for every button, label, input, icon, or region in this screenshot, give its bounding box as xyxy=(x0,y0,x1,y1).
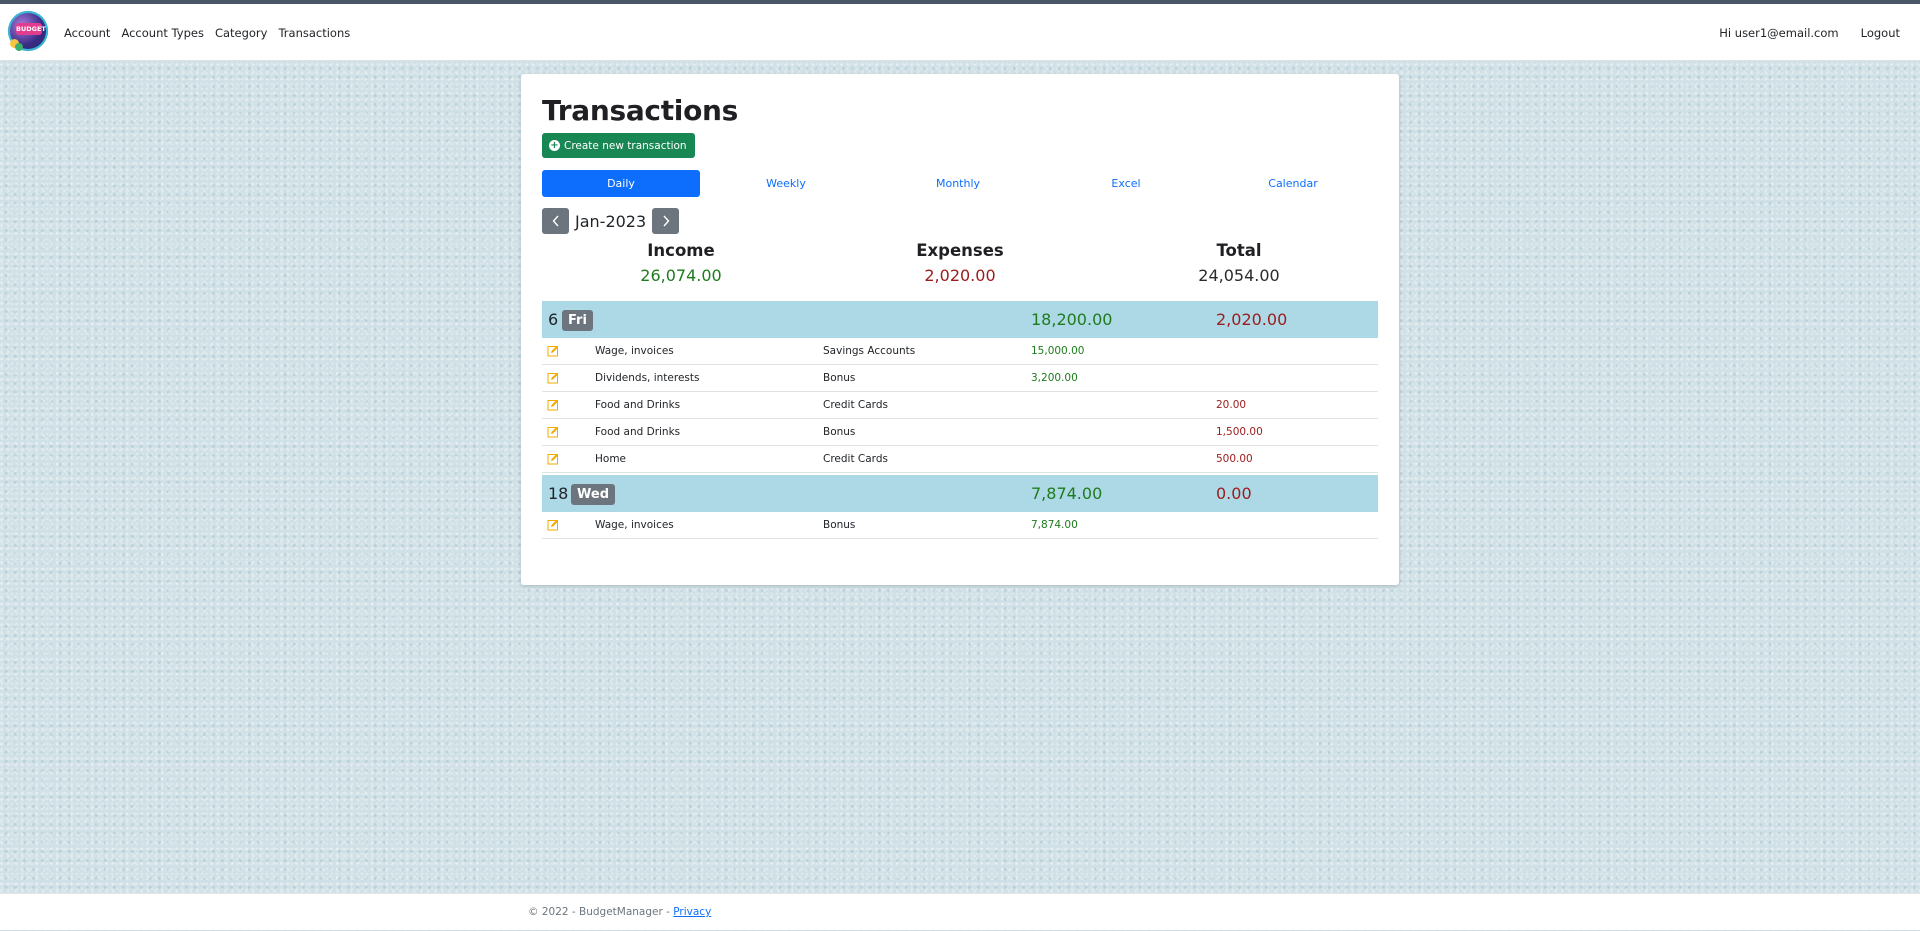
nav-link-account-types[interactable]: Account Types xyxy=(121,26,204,40)
transaction-row[interactable]: Home Credit Cards 500.00 xyxy=(542,446,1378,473)
edit-icon[interactable] xyxy=(547,426,559,438)
page-title: Transactions xyxy=(542,94,739,127)
edit-icon[interactable] xyxy=(547,372,559,384)
summary-totals: Income 26,074.00 Expenses 2,020.00 Total… xyxy=(542,241,1378,291)
income-label: Income xyxy=(647,241,715,260)
transaction-category: Food and Drinks xyxy=(595,399,681,411)
day-expenses: 2,020.00 xyxy=(1216,310,1288,329)
transaction-row[interactable]: Wage, invoices Bonus 7,874.00 xyxy=(542,512,1378,539)
tab-calendar[interactable]: Calendar xyxy=(1214,170,1372,197)
transactions-card: Transactions + Create new transaction Da… xyxy=(521,74,1399,585)
day-header-row: 18 Wed 7,874.00 0.00 xyxy=(542,475,1378,512)
day-income: 7,874.00 xyxy=(1031,484,1103,503)
create-transaction-label: Create new transaction xyxy=(564,139,687,152)
transaction-income: 7,874.00 xyxy=(1031,519,1078,531)
transaction-row[interactable]: Food and Drinks Credit Cards 20.00 xyxy=(542,392,1378,419)
transaction-category: Dividends, interests xyxy=(595,372,700,384)
edit-icon[interactable] xyxy=(547,345,559,357)
transaction-account: Credit Cards xyxy=(823,399,888,411)
next-month-button[interactable] xyxy=(652,208,680,234)
transaction-category: Food and Drinks xyxy=(595,426,681,438)
transaction-expense: 20.00 xyxy=(1216,399,1247,411)
copyright-text: © 2022 - BudgetManager - xyxy=(528,906,674,918)
chevron-left-icon xyxy=(552,215,559,227)
nav-link-account[interactable]: Account xyxy=(64,26,110,40)
transaction-row[interactable]: Wage, invoices Savings Accounts 15,000.0… xyxy=(542,338,1378,365)
create-transaction-button[interactable]: + Create new transaction xyxy=(542,133,695,158)
logout-link[interactable]: Logout xyxy=(1861,26,1900,40)
budget-logo[interactable]: BUDGET xyxy=(8,11,48,51)
plus-circle-icon: + xyxy=(549,140,560,151)
nav-links: Account Account Types Category Transacti… xyxy=(64,4,361,61)
month-navigator: Jan-2023 xyxy=(542,208,680,234)
net-total: 24,054.00 xyxy=(1198,266,1280,285)
transaction-account: Credit Cards xyxy=(823,453,888,465)
transaction-row[interactable]: Dividends, interests Bonus 3,200.00 xyxy=(542,365,1378,392)
view-tabs: Daily Weekly Monthly Excel Calendar xyxy=(542,170,1378,197)
tab-monthly[interactable]: Monthly xyxy=(879,170,1037,197)
tab-excel[interactable]: Excel xyxy=(1047,170,1205,197)
logo-text: BUDGET xyxy=(16,23,46,35)
transaction-row[interactable]: Food and Drinks Bonus 1,500.00 xyxy=(542,419,1378,446)
chevron-right-icon xyxy=(663,215,670,227)
edit-icon[interactable] xyxy=(547,399,559,411)
user-greeting: Hi user1@email.com xyxy=(1719,25,1839,40)
transaction-account: Savings Accounts xyxy=(823,345,916,357)
transaction-income: 15,000.00 xyxy=(1031,345,1085,357)
income-summary: Income 26,074.00 xyxy=(566,241,796,285)
transaction-expense: 1,500.00 xyxy=(1216,426,1263,438)
edit-icon[interactable] xyxy=(547,519,559,531)
expenses-label: Expenses xyxy=(916,241,1004,260)
tab-daily[interactable]: Daily xyxy=(542,170,700,197)
expenses-total: 2,020.00 xyxy=(924,266,996,285)
transaction-category: Wage, invoices xyxy=(595,519,674,531)
nav-link-transactions[interactable]: Transactions xyxy=(278,26,350,40)
edit-icon[interactable] xyxy=(547,453,559,465)
privacy-link[interactable]: Privacy xyxy=(673,906,711,918)
day-header-row: 6 Fri 18,200.00 2,020.00 xyxy=(542,301,1378,338)
navbar: BUDGET Account Account Types Category Tr… xyxy=(0,4,1920,61)
day-number: 6 xyxy=(548,310,559,329)
expenses-summary: Expenses 2,020.00 xyxy=(845,241,1075,285)
weekday-badge: Wed xyxy=(571,484,615,505)
logo-coin-icon xyxy=(15,43,23,51)
transaction-account: Bonus xyxy=(823,519,856,531)
nav-link-category[interactable]: Category xyxy=(215,26,268,40)
day-expenses: 0.00 xyxy=(1216,484,1252,503)
transaction-account: Bonus xyxy=(823,426,856,438)
day-number: 18 xyxy=(548,484,569,503)
transaction-income: 3,200.00 xyxy=(1031,372,1078,384)
tab-weekly[interactable]: Weekly xyxy=(707,170,865,197)
user-menu: Hi user1@email.com Logout xyxy=(1719,4,1900,61)
transaction-expense: 500.00 xyxy=(1216,453,1253,465)
previous-month-button[interactable] xyxy=(542,208,569,234)
day-income: 18,200.00 xyxy=(1031,310,1113,329)
footer: © 2022 - BudgetManager - Privacy xyxy=(0,893,1920,930)
current-month: Jan-2023 xyxy=(575,211,647,231)
transaction-account: Bonus xyxy=(823,372,856,384)
total-summary: Total 24,054.00 xyxy=(1124,241,1354,285)
weekday-badge: Fri xyxy=(562,310,593,331)
income-total: 26,074.00 xyxy=(640,266,722,285)
transaction-category: Wage, invoices xyxy=(595,345,674,357)
footer-text: © 2022 - BudgetManager - Privacy xyxy=(528,894,711,931)
total-label: Total xyxy=(1216,241,1262,260)
transaction-category: Home xyxy=(595,453,627,465)
